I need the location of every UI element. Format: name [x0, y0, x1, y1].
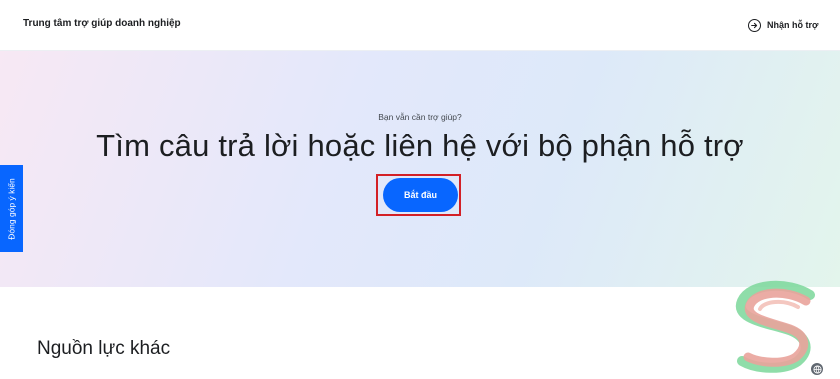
feedback-tab[interactable]: Đóng góp ý kiến	[0, 165, 23, 252]
hero-section: Bạn vẫn cần trợ giúp? Tìm câu trả lời ho…	[0, 51, 840, 287]
get-started-button[interactable]: Bắt đầu	[383, 178, 458, 212]
other-resources-heading: Nguồn lực khác	[37, 338, 171, 359]
feedback-label: Đóng góp ý kiến	[6, 177, 17, 240]
hero-subtitle: Bạn vẫn cần trợ giúp?	[378, 112, 462, 122]
top-bar: Trung tâm trợ giúp doanh nghiệp Nhận hỗ …	[0, 0, 840, 51]
s-logo-watermark	[735, 280, 815, 373]
globe-icon[interactable]	[811, 363, 823, 375]
hero-title: Tìm câu trả lời hoặc liên hệ với bộ phận…	[96, 128, 744, 163]
arrow-right-circle-icon	[748, 18, 761, 32]
help-center-title[interactable]: Trung tâm trợ giúp doanh nghiệp	[23, 18, 181, 29]
get-help-label: Nhận hỗ trợ	[767, 20, 819, 30]
get-help-link[interactable]: Nhận hỗ trợ	[748, 16, 818, 34]
